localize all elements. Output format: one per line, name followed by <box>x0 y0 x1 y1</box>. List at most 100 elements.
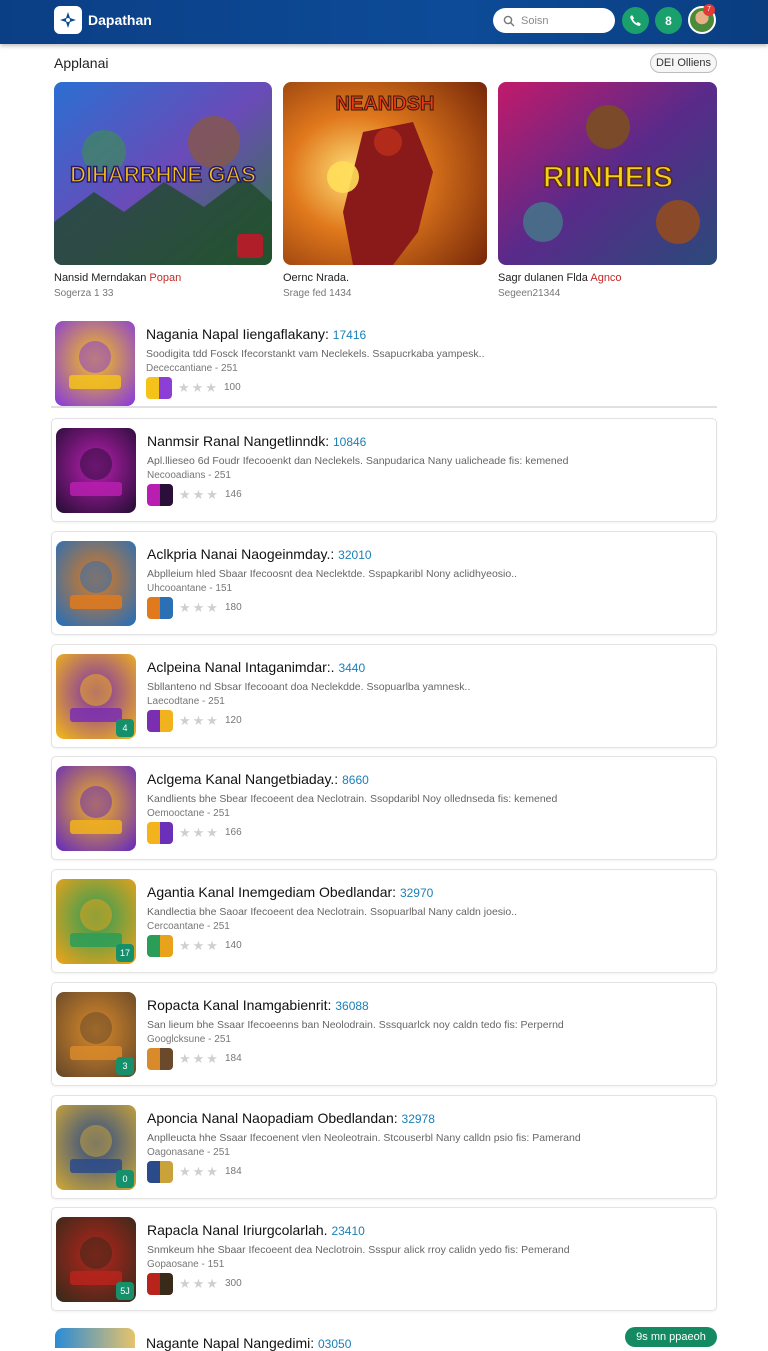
review-count: 140 <box>225 940 242 951</box>
developer-avatar <box>147 822 173 844</box>
app-logo-icon[interactable] <box>54 6 82 34</box>
featured-sub-2: Srage fed 1434 <box>283 288 352 299</box>
app-subtitle: Oagonasane - 251 <box>147 1147 230 1158</box>
featured-sub-1: Sogerza 1 33 <box>54 288 114 299</box>
app-thumbnail <box>55 321 135 406</box>
developer-avatar <box>146 377 172 399</box>
app-title[interactable]: Nagania Napal Iiengaflakany: 17416 <box>146 326 366 342</box>
rating-stars-icon: ★★★ <box>178 380 219 395</box>
app-list-item[interactable]: Nanmsir Ranal Nangetlinndk: 10846 Apl.lli… <box>51 418 717 522</box>
app-title: Nagante Napal Nangedimi: 03050 <box>146 1335 352 1351</box>
app-subtitle: Dececcantiane - 251 <box>146 363 238 374</box>
cta-button[interactable]: 9s mn ppaeoh <box>625 1327 717 1347</box>
search-input[interactable] <box>521 14 611 27</box>
search-box[interactable] <box>493 8 615 33</box>
app-thumbnail <box>55 1328 135 1348</box>
app-thumbnail: 0 <box>56 1105 136 1190</box>
thumbnail-badge: 3 <box>116 1057 134 1075</box>
app-description: Soodigita tdd Fosck Ifecorstankt vam Nec… <box>146 348 485 360</box>
featured-title-1[interactable]: Nansid Merndakan Popan <box>54 272 181 284</box>
featured-banner-text: RIINHEIS <box>543 161 673 194</box>
app-description: San lieum bhe Ssaar Ifecoeenns ban Neolo… <box>147 1019 564 1031</box>
app-subtitle: Cercoantane - 251 <box>147 921 230 932</box>
developer-avatar <box>147 484 173 506</box>
app-description: Kandlients bhe Sbear Ifecoeent dea Neclo… <box>147 793 558 805</box>
featured-sub-3: Segeen21344 <box>498 288 561 299</box>
rating-stars-icon: ★★★ <box>179 1276 220 1291</box>
app-subtitle: Googlcksune - 251 <box>147 1034 231 1045</box>
app-subtitle: Laecodtane - 251 <box>147 696 225 707</box>
app-title[interactable]: Aclgema Kanal Nangetbiaday.: 8660 <box>147 771 369 787</box>
developer-avatar <box>147 1048 173 1070</box>
rating-stars-icon: ★★★ <box>179 1051 220 1066</box>
review-count: 180 <box>225 602 242 613</box>
featured-title-3[interactable]: Sagr dulanen Flda Agnco <box>498 272 622 284</box>
top-bar: Dapathan 8 7 <box>0 0 768 44</box>
app-title[interactable]: Agantia Kanal Inemgediam Obedlandar: 329… <box>147 884 433 900</box>
featured-card-3[interactable]: RIINHEIS <box>498 82 717 265</box>
app-description: Anplleucta hhe Ssaar Ifecoenent vlen Neo… <box>147 1132 581 1144</box>
app-list-item[interactable]: 3 Ropacta Kanal Inamgabienrit: 36088 San l… <box>51 982 717 1086</box>
app-subtitle: Necooadians - 251 <box>147 470 231 481</box>
thumbnail-badge: 4 <box>116 719 134 737</box>
app-subtitle: Uhcooantane - 151 <box>147 583 233 594</box>
app-title[interactable]: Nanmsir Ranal Nangetlinndk: 10846 <box>147 433 366 449</box>
featured-banner-2: NEANDSH <box>283 82 487 265</box>
review-count: 120 <box>225 715 242 726</box>
developer-avatar <box>147 710 173 732</box>
rating-stars-icon: ★★★ <box>179 938 220 953</box>
brand-name[interactable]: Dapathan <box>88 12 152 28</box>
phone-button[interactable] <box>622 7 649 34</box>
rating-stars-icon: ★★★ <box>179 600 220 615</box>
app-subtitle: Oemooctane - 251 <box>147 808 230 819</box>
review-count: 300 <box>225 1278 242 1289</box>
see-more-button[interactable]: DEI Olliens <box>650 53 717 73</box>
rating-stars-icon: ★★★ <box>179 713 220 728</box>
app-list-item[interactable]: 5J Rapacla Nanal Iriurgcolarlah. 23410 Snm… <box>51 1207 717 1311</box>
featured-title-2[interactable]: Oernc Nrada. <box>283 272 349 284</box>
review-count: 184 <box>225 1166 242 1177</box>
app-title[interactable]: Rapacla Nanal Iriurgcolarlah. 23410 <box>147 1222 365 1238</box>
green-circle-button[interactable]: 8 <box>655 7 682 34</box>
thumbnail-badge: 5J <box>116 1282 134 1300</box>
featured-banner-text: NEANDSH <box>336 93 435 115</box>
featured-banner-text: DIHARRHNE GAS <box>70 162 256 187</box>
app-thumbnail: 5J <box>56 1217 136 1302</box>
featured-banner-3: RIINHEIS <box>498 82 717 265</box>
rating-stars-icon: ★★★ <box>179 1164 220 1179</box>
app-list-item-partial[interactable]: Nagante Napal Nangedimi: 03050 <box>51 1320 717 1351</box>
review-count: 100 <box>224 382 241 393</box>
featured-card-2[interactable]: NEANDSH <box>283 82 487 265</box>
app-subtitle: Gopaosane - 151 <box>147 1259 225 1270</box>
app-thumbnail <box>56 428 136 513</box>
app-list-item[interactable]: Aclkpria Nanai Naogeinmday.: 32010 Abplle… <box>51 531 717 635</box>
app-thumbnail <box>56 541 136 626</box>
search-icon <box>503 15 515 26</box>
app-thumbnail <box>56 766 136 851</box>
app-description: Sbllanteno nd Sbsar Ifecooant doa Neclek… <box>147 681 471 693</box>
rating-stars-icon: ★★★ <box>179 825 220 840</box>
app-list-item[interactable]: 17 Agantia Kanal Inemgediam Obedlandar: 3… <box>51 869 717 973</box>
app-list-item[interactable]: Nagania Napal Iiengaflakany: 17416 Soodig… <box>51 312 717 408</box>
app-title[interactable]: Aponcia Nanal Naopadiam Obedlandan: 3297… <box>147 1110 435 1126</box>
developer-avatar <box>147 597 173 619</box>
app-list-item[interactable]: Aclgema Kanal Nangetbiaday.: 8660 Kandlie… <box>51 756 717 860</box>
app-list-item[interactable]: 4 Aclpeina Nanal Intaganimdar:. 3440 Sblla… <box>51 644 717 748</box>
review-count: 166 <box>225 827 242 838</box>
developer-avatar <box>147 1273 173 1295</box>
app-description: Apl.llieseo 6d Foudr Ifecooenkt dan Necl… <box>147 455 569 467</box>
phone-icon <box>630 15 641 26</box>
app-title[interactable]: Ropacta Kanal Inamgabienrit: 36088 <box>147 997 369 1013</box>
featured-card-1[interactable]: DIHARRHNE GAS <box>54 82 272 265</box>
thumbnail-badge: 17 <box>116 944 134 962</box>
app-title[interactable]: Aclkpria Nanai Naogeinmday.: 32010 <box>147 546 372 562</box>
review-count: 146 <box>225 489 242 500</box>
notification-badge: 7 <box>703 4 715 16</box>
featured-banner-1: DIHARRHNE GAS <box>54 82 272 265</box>
app-thumbnail: 3 <box>56 992 136 1077</box>
app-list-item[interactable]: 0 Aponcia Nanal Naopadiam Obedlandan: 329… <box>51 1095 717 1199</box>
developer-avatar <box>147 1161 173 1183</box>
app-description: Abplleium hled Sbaar Ifecoosnt dea Necle… <box>147 568 518 580</box>
app-description: Snmkeum hhe Sbaar Ifecoeent dea Neclotro… <box>147 1244 570 1256</box>
app-title[interactable]: Aclpeina Nanal Intaganimdar:. 3440 <box>147 659 365 675</box>
